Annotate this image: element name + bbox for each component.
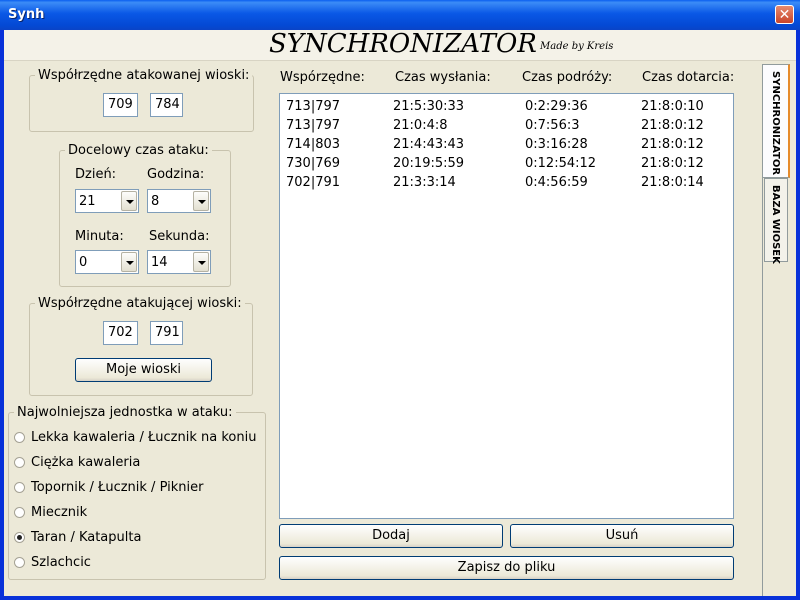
table-row[interactable]: 713|797 21:0:4:8 0:7:56:3 21:8:0:12 [280, 118, 733, 137]
attack-time-legend: Docelowy czas ataku: [68, 143, 209, 158]
save-to-file-button[interactable]: Zapisz do pliku [279, 556, 734, 580]
app-window: Synh ✕ SYNCHRONIZATOR Made by Kreis Wspó… [0, 0, 800, 600]
chevron-down-icon[interactable] [193, 191, 209, 211]
attacker-x-input[interactable]: 702 [103, 321, 138, 345]
day-select[interactable]: 21 [75, 189, 139, 213]
cell-travel-time: 0:3:16:28 [525, 137, 588, 152]
column-header-arrival-time: Czas dotarcia: [642, 70, 735, 85]
app-header: SYNCHRONIZATOR Made by Kreis [4, 29, 796, 61]
cell-travel-time: 0:7:56:3 [525, 118, 580, 133]
cell-arrival-time: 21:8:0:14 [641, 175, 704, 190]
close-button[interactable]: ✕ [775, 5, 794, 24]
table-row[interactable]: 713|797 21:5:30:33 0:2:29:36 21:8:0:10 [280, 99, 733, 118]
cell-coords: 714|803 [286, 137, 341, 152]
unit-option-label: Ciężka kawaleria [31, 455, 141, 470]
minute-label: Minuta: [75, 229, 124, 244]
window-title: Synh [8, 7, 45, 22]
made-by-label: Made by Kreis [540, 41, 614, 52]
cell-arrival-time: 21:8:0:10 [641, 99, 704, 114]
column-header-coords: Wspórzędne: [280, 70, 365, 85]
close-icon: ✕ [778, 7, 791, 23]
radio-selected-icon [14, 532, 25, 543]
radio-icon [14, 457, 25, 468]
table-row[interactable]: 730|769 20:19:5:59 0:12:54:12 21:8:0:12 [280, 156, 733, 175]
app-title: SYNCHRONIZATOR [269, 29, 537, 59]
unit-option-label: Lekka kawaleria / Łucznik na koniu [31, 430, 257, 445]
attacks-list[interactable]: 713|797 21:5:30:33 0:2:29:36 21:8:0:10 7… [279, 93, 734, 519]
table-row[interactable]: 714|803 21:4:43:43 0:3:16:28 21:8:0:12 [280, 137, 733, 156]
tab-label: SYNCHRONIZATOR [770, 71, 781, 176]
cell-send-time: 21:5:30:33 [393, 99, 465, 114]
cell-arrival-time: 21:8:0:12 [641, 118, 704, 133]
attacker-coords-legend: Współrzędne atakującej wioski: [38, 296, 242, 311]
column-header-travel-time: Czas podróży: [522, 70, 613, 85]
cell-send-time: 20:19:5:59 [393, 156, 465, 171]
cell-coords: 713|797 [286, 118, 341, 133]
hour-select[interactable]: 8 [147, 189, 211, 213]
chevron-down-icon[interactable] [121, 252, 137, 272]
hour-label: Godzina: [147, 167, 205, 182]
table-row[interactable]: 702|791 21:3:3:14 0:4:56:59 21:8:0:14 [280, 175, 733, 194]
target-coords-group: Współrzędne atakowanej wioski: [29, 68, 254, 132]
client-area: SYNCHRONIZATOR Made by Kreis Współrzędne… [4, 29, 796, 596]
radio-icon [14, 557, 25, 568]
target-x-input[interactable]: 709 [103, 93, 138, 117]
unit-option-label: Taran / Katapulta [31, 530, 142, 545]
column-header-send-time: Czas wysłania: [395, 70, 491, 85]
day-label: Dzień: [75, 167, 117, 182]
cell-coords: 702|791 [286, 175, 341, 190]
tab-baza-wiosek[interactable]: BAZA WIOSEK [764, 178, 788, 264]
cell-travel-time: 0:2:29:36 [525, 99, 588, 114]
chevron-down-icon[interactable] [121, 191, 137, 211]
unit-option-label: Szlachcic [31, 555, 91, 570]
cell-send-time: 21:3:3:14 [393, 175, 456, 190]
cell-send-time: 21:0:4:8 [393, 118, 448, 133]
day-value: 21 [79, 194, 96, 209]
tab-synchronizator[interactable]: SYNCHRONIZATOR [762, 64, 790, 178]
target-coords-legend: Współrzędne atakowanej wioski: [38, 68, 250, 83]
cell-coords: 713|797 [286, 99, 341, 114]
second-value: 14 [151, 255, 168, 270]
radio-icon [14, 507, 25, 518]
unit-option-label: Topornik / Łucznik / Piknier [31, 480, 204, 495]
title-bar[interactable]: Synh ✕ [0, 0, 800, 30]
tab-panel-border [762, 178, 763, 596]
add-button[interactable]: Dodaj [279, 524, 503, 548]
radio-icon [14, 482, 25, 493]
second-label: Sekunda: [149, 229, 210, 244]
attacker-y-input[interactable]: 791 [150, 321, 183, 345]
target-y-input[interactable]: 784 [150, 93, 183, 117]
tab-label: BAZA WIOSEK [770, 185, 781, 264]
hour-value: 8 [151, 194, 160, 209]
unit-legend: Najwolniejsza jednostka w ataku: [17, 405, 233, 420]
cell-arrival-time: 21:8:0:12 [641, 137, 704, 152]
cell-travel-time: 0:4:56:59 [525, 175, 588, 190]
minute-select[interactable]: 0 [75, 250, 139, 274]
cell-arrival-time: 21:8:0:12 [641, 156, 704, 171]
radio-icon [14, 432, 25, 443]
chevron-down-icon[interactable] [193, 252, 209, 272]
cell-coords: 730|769 [286, 156, 341, 171]
unit-option-label: Miecznik [31, 505, 88, 520]
my-villages-button[interactable]: Moje wioski [75, 358, 212, 382]
cell-travel-time: 0:12:54:12 [525, 156, 597, 171]
remove-button[interactable]: Usuń [510, 524, 734, 548]
cell-send-time: 21:4:43:43 [393, 137, 465, 152]
minute-value: 0 [79, 255, 88, 270]
second-select[interactable]: 14 [147, 250, 211, 274]
